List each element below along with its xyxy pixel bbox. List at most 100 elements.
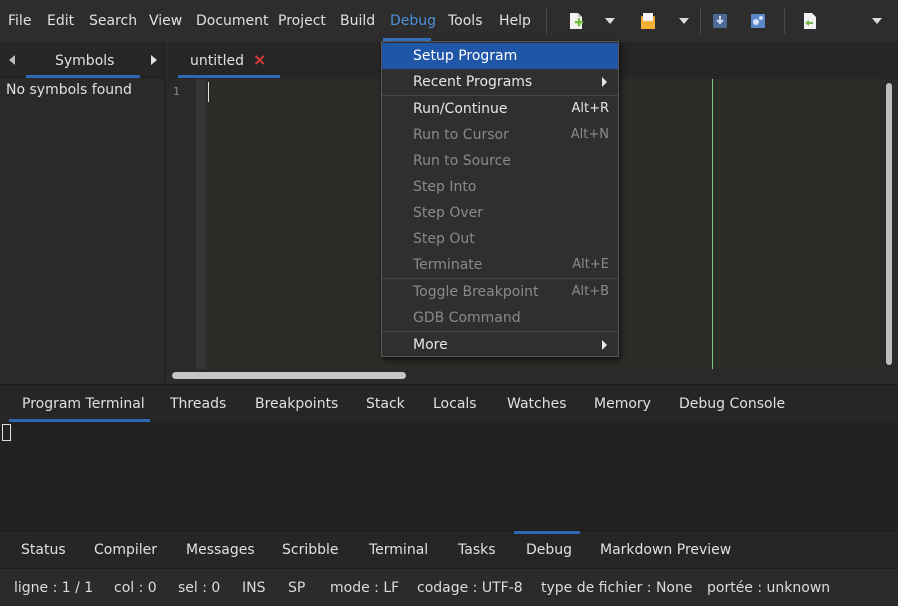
menu-item-label: Setup Program: [413, 48, 518, 64]
menu-item-recent-programs[interactable]: Recent Programs: [382, 69, 618, 95]
menu-item-gdb-command[interactable]: GDB Command: [382, 305, 618, 331]
menu-item-step-into[interactable]: Step Into: [382, 174, 618, 200]
no-symbols-message: No symbols found: [6, 82, 132, 98]
menu-help[interactable]: Help: [499, 12, 531, 30]
menu-item-run-to-source[interactable]: Run to Source: [382, 148, 618, 174]
statusbar: ligne : 1 / 1 col : 0 sel : 0 INS SP mod…: [0, 568, 898, 606]
menu-item-label: More: [413, 337, 448, 353]
toolbar-separator: [700, 8, 701, 34]
toolbar-separator: [784, 8, 785, 34]
menu-search[interactable]: Search: [89, 12, 137, 30]
new-file-icon[interactable]: [568, 12, 584, 30]
menu-item-shortcut: Alt+B: [571, 284, 609, 299]
status-line-ending: mode : LF: [330, 580, 400, 596]
toolbar-overflow-icon[interactable]: [872, 18, 882, 24]
tab-symbols[interactable]: Symbols: [55, 51, 114, 71]
menu-item-label: GDB Command: [413, 310, 521, 326]
status-encoding: codage : UTF-8: [417, 580, 523, 596]
tab-threads[interactable]: Threads: [170, 394, 226, 414]
tab-messages[interactable]: Messages: [186, 540, 255, 560]
tab-terminal[interactable]: Terminal: [369, 540, 428, 560]
text-caret: [208, 82, 209, 102]
menu-edit[interactable]: Edit: [47, 12, 74, 30]
menu-document[interactable]: Document: [196, 12, 269, 30]
debug-panel-tabbar: Program Terminal Threads Breakpoints Sta…: [0, 384, 898, 422]
tab-tasks[interactable]: Tasks: [458, 540, 496, 560]
tab-symbols-indicator: [26, 75, 140, 78]
new-file-dropdown-icon[interactable]: [605, 18, 615, 24]
menu-item-label: Recent Programs: [413, 74, 533, 90]
sidebar-tabbar: Symbols: [0, 42, 166, 78]
tab-untitled[interactable]: untitled: [190, 51, 244, 71]
menu-item-toggle-breakpoint[interactable]: Toggle Breakpoint Alt+B: [382, 279, 618, 305]
tab-watches[interactable]: Watches: [507, 394, 567, 414]
toolbar-separator: [546, 8, 547, 34]
long-line-marker: [712, 79, 713, 369]
line-number: 1: [173, 85, 180, 98]
horizontal-scrollbar-thumb[interactable]: [172, 372, 406, 379]
menu-file[interactable]: File: [8, 12, 31, 30]
menu-item-label: Step Into: [413, 179, 477, 195]
menu-item-terminate[interactable]: Terminate Alt+E: [382, 252, 618, 278]
menu-item-label: Terminate: [413, 257, 483, 273]
tab-scribble[interactable]: Scribble: [282, 540, 339, 560]
menu-tools[interactable]: Tools: [448, 12, 483, 30]
close-tab-icon[interactable]: ×: [253, 50, 266, 70]
menu-item-label: Step Over: [413, 205, 483, 221]
debug-icon[interactable]: [750, 12, 766, 30]
menu-item-run-continue[interactable]: Run/Continue Alt+R: [382, 96, 618, 122]
menu-item-run-to-cursor[interactable]: Run to Cursor Alt+N: [382, 122, 618, 148]
menu-item-step-out[interactable]: Step Out: [382, 226, 618, 252]
menu-item-shortcut: Alt+N: [570, 127, 609, 142]
menu-debug[interactable]: Debug: [390, 12, 436, 30]
menu-item-setup-program[interactable]: Setup Program: [382, 43, 618, 69]
status-scope: portée : unknown: [707, 580, 831, 596]
open-file-icon[interactable]: [640, 12, 656, 30]
sidebar-scroll-left-icon[interactable]: [9, 55, 15, 65]
tab-markdown-preview[interactable]: Markdown Preview: [600, 540, 731, 560]
menu-project[interactable]: Project: [278, 12, 326, 30]
status-insert-mode: INS: [242, 580, 266, 596]
save-icon[interactable]: [802, 12, 818, 30]
tab-memory[interactable]: Memory: [594, 394, 651, 414]
menu-view[interactable]: View: [149, 12, 182, 30]
status-sel: sel : 0: [178, 580, 221, 596]
status-filetype: type de fichier : None: [541, 580, 693, 596]
step-icon[interactable]: [712, 12, 728, 30]
sidebar-scroll-right-icon[interactable]: [151, 55, 157, 65]
menu-build[interactable]: Build: [340, 12, 375, 30]
menu-item-label: Run/Continue: [413, 101, 508, 117]
tab-debug[interactable]: Debug: [526, 540, 572, 560]
tab-debug-console[interactable]: Debug Console: [679, 394, 785, 414]
status-line: ligne : 1 / 1: [14, 580, 94, 596]
terminal-cursor: [2, 424, 11, 441]
menu-item-shortcut: Alt+E: [572, 257, 609, 272]
menu-item-step-over[interactable]: Step Over: [382, 200, 618, 226]
tab-breakpoints[interactable]: Breakpoints: [255, 394, 338, 414]
program-terminal[interactable]: [0, 422, 898, 530]
fold-margin[interactable]: [196, 79, 206, 369]
tab-debug-indicator: [514, 531, 580, 534]
tab-locals[interactable]: Locals: [433, 394, 477, 414]
tab-program-terminal[interactable]: Program Terminal: [22, 394, 145, 414]
menu-item-more[interactable]: More: [382, 332, 618, 358]
menu-item-label: Run to Source: [413, 153, 511, 169]
submenu-arrow-icon: [602, 340, 607, 350]
status-indent: SP: [288, 580, 306, 596]
tab-compiler[interactable]: Compiler: [94, 540, 157, 560]
tab-untitled-indicator: [178, 75, 280, 78]
submenu-arrow-icon: [602, 77, 607, 87]
menu-item-shortcut: Alt+R: [571, 101, 609, 116]
tab-stack[interactable]: Stack: [366, 394, 405, 414]
menubar: File Edit Search View Document Project B…: [0, 0, 898, 42]
open-file-dropdown-icon[interactable]: [679, 18, 689, 24]
tab-status[interactable]: Status: [21, 540, 66, 560]
debug-dropdown-menu: Setup Program Recent Programs Run/Contin…: [381, 41, 619, 357]
status-col: col : 0: [114, 580, 157, 596]
line-number-gutter: 1: [168, 79, 196, 369]
vertical-scrollbar-thumb[interactable]: [886, 83, 892, 365]
menu-item-label: Run to Cursor: [413, 127, 509, 143]
menu-item-label: Step Out: [413, 231, 475, 247]
symbols-sidebar: Symbols No symbols found: [0, 42, 166, 382]
message-window-tabbar: Status Compiler Messages Scribble Termin…: [0, 530, 898, 568]
